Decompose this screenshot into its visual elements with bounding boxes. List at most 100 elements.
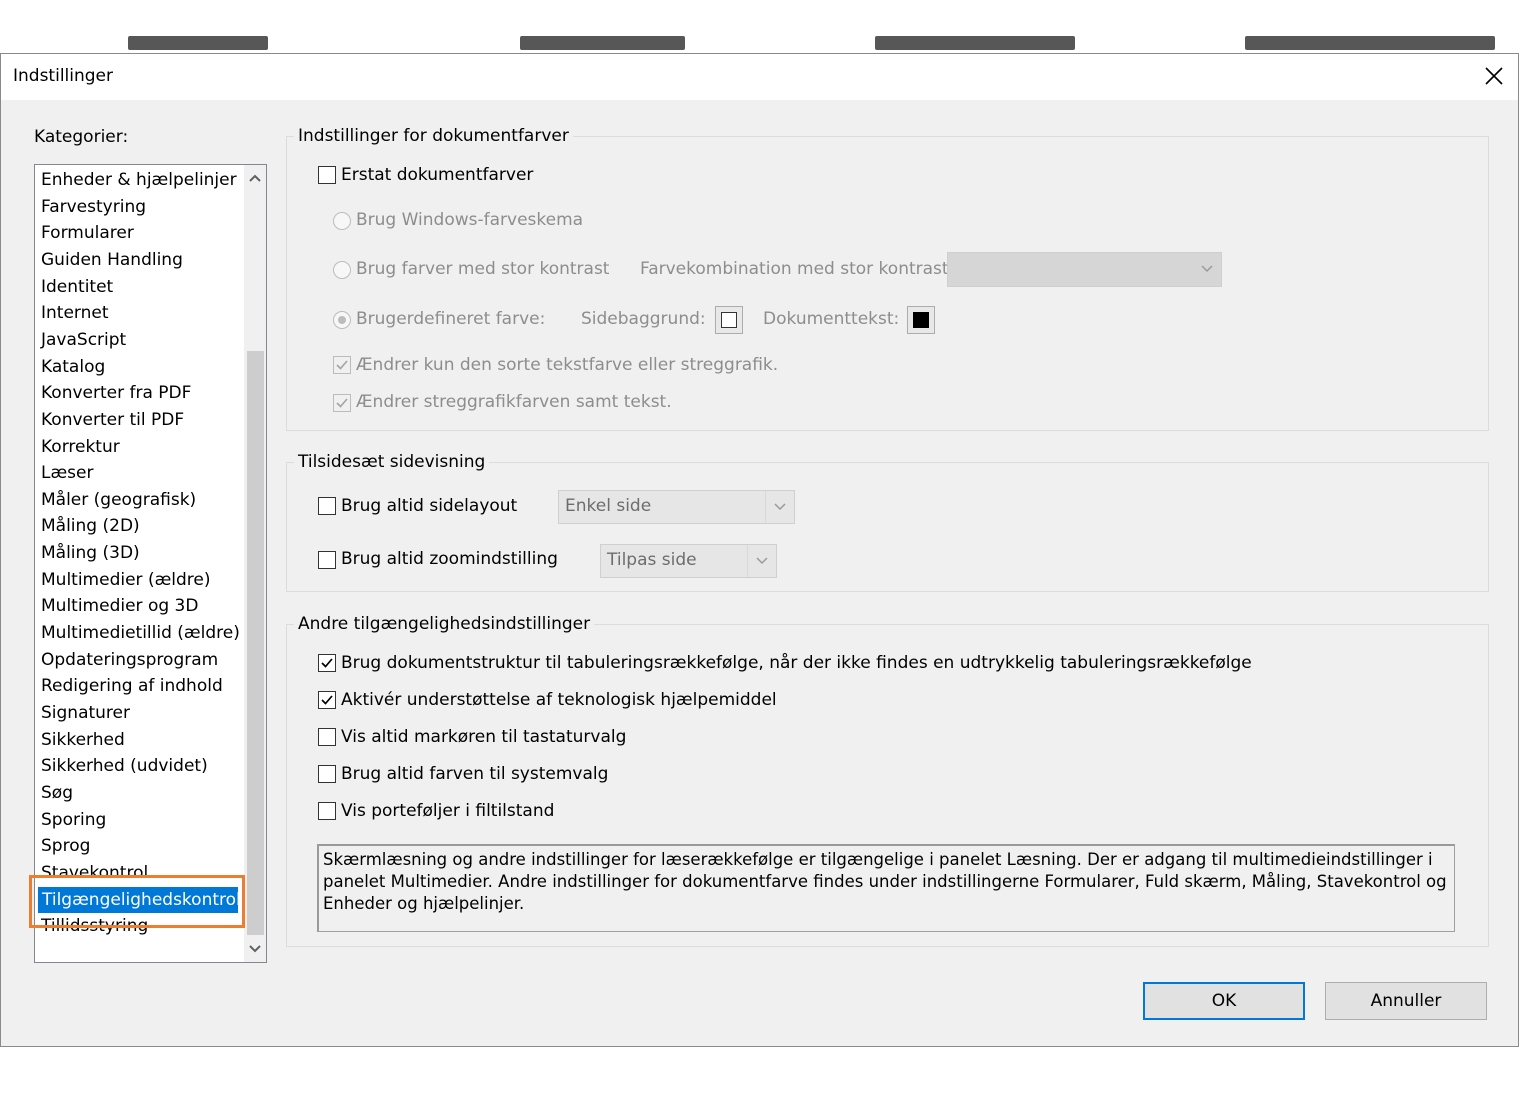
scroll-down-button[interactable] [244,936,266,962]
background-toolbar-item [875,36,1075,50]
line-art-label: Ændrer streggrafikfarven samt tekst. [356,392,672,412]
scrollbar-thumb[interactable] [247,351,264,935]
category-item[interactable]: Multimedier (ældre) [41,567,211,593]
category-item[interactable]: Formularer [41,220,134,246]
high-contrast-combo-label: Farvekombination med stor kontrast: [640,259,955,279]
checkmark-icon [336,398,348,408]
preferences-dialog: Indstillinger Kategorier: Enheder & hjæl… [0,53,1519,1047]
page-layout-dropdown[interactable]: Enkel side [558,490,795,524]
document-text-color-swatch[interactable] [907,306,935,334]
dropdown-arrow [1193,253,1221,286]
other-option-label: Aktivér understøttelse af teknologisk hj… [341,690,777,710]
document-text-label: Dokumenttekst: [763,309,900,329]
category-item[interactable]: Konverter fra PDF [41,380,191,406]
windows-color-scheme-label: Brug Windows-farveskema [356,210,584,230]
checkmark-icon [336,360,348,370]
checkmark-icon [321,695,333,705]
document-text-color-fill [913,312,929,328]
other-option-label: Brug altid farven til systemvalg [341,764,609,784]
category-item[interactable]: Tilgængelighedskontrol [38,886,241,913]
other-option-label: Brug dokumentstruktur til tabuleringsræk… [341,653,1252,673]
other-accessibility-group-title: Andre tilgængelighedsindstillinger [294,614,595,634]
chevron-down-icon [774,503,786,511]
other-option-label: Vis altid markøren til tastaturvalg [341,727,627,747]
background-window-toolbar [0,0,1520,54]
categories-list[interactable]: Enheder & hjælpelinjer Farvestyring Formul… [34,164,267,963]
background-toolbar-item [1245,36,1495,50]
scroll-up-button[interactable] [244,165,266,191]
category-item[interactable]: Sprog [41,833,90,859]
category-item[interactable]: Farvestyring [41,194,146,220]
category-item[interactable]: Sikkerhed [41,727,125,753]
category-item[interactable]: Enheder & hjælpelinjer [41,167,237,193]
replace-document-colors-checkbox[interactable] [318,166,336,184]
windows-color-scheme-radio[interactable] [333,212,351,230]
high-contrast-combination-dropdown[interactable] [947,252,1222,287]
categories-label: Kategorier: [34,127,129,147]
category-item[interactable]: Identitet [41,274,113,300]
other-option-checkbox[interactable] [318,765,336,783]
category-item[interactable]: Konverter til PDF [41,407,184,433]
page-background-label: Sidebaggrund: [581,309,706,329]
category-item[interactable]: Opdateringsprogram [41,647,218,673]
category-item[interactable]: Måling (2D) [41,513,140,539]
page-background-color-swatch[interactable] [715,306,743,334]
page-display-group-title: Tilsidesæt sidevisning [294,452,490,472]
custom-color-radio[interactable] [333,311,351,329]
high-contrast-radio[interactable] [333,261,351,279]
close-button[interactable] [1476,58,1512,94]
category-item[interactable]: Søg [41,780,73,806]
category-item[interactable]: Signaturer [41,700,130,726]
always-zoom-label: Brug altid zoomindstilling [341,549,558,569]
category-item[interactable]: Redigering af indhold [41,673,223,699]
only-black-text-label: Ændrer kun den sorte tekstfarve eller st… [356,355,779,375]
category-item[interactable]: Multimedietillid (ældre) [41,620,240,646]
document-colors-group-title: Indstillinger for dokumentfarver [294,126,573,146]
category-item[interactable]: Korrektur [41,434,120,460]
cancel-button[interactable]: Annuller [1325,982,1487,1020]
chevron-down-icon [249,945,261,953]
category-item[interactable]: Tillidsstyring [41,913,148,939]
category-item[interactable]: Katalog [41,354,105,380]
always-page-layout-checkbox[interactable] [318,497,336,515]
chevron-up-icon [249,174,261,182]
zoom-dropdown[interactable]: Tilpas side [600,544,777,578]
category-item[interactable]: Måler (geografisk) [41,487,196,513]
dialog-titlebar: Indstillinger [1,54,1518,100]
category-item[interactable]: Internet [41,300,109,326]
other-option-checkbox[interactable] [318,691,336,709]
dialog-title: Indstillinger [13,66,114,86]
other-option-checkbox[interactable] [318,728,336,746]
dropdown-arrow [765,491,794,523]
categories-scrollbar[interactable] [244,165,266,962]
category-item[interactable]: Multimedier og 3D [41,593,198,619]
page-background-color-fill [721,312,737,328]
only-black-text-checkbox[interactable] [333,356,351,374]
page-display-group [286,462,1489,592]
category-item[interactable]: Stavekontrol [41,860,148,886]
category-item[interactable]: Måling (3D) [41,540,140,566]
other-option-checkbox[interactable] [318,802,336,820]
info-text-box: Skærmlæsning og andre indstillinger for … [317,844,1455,932]
replace-document-colors-label: Erstat dokumentfarver [341,165,534,185]
category-item[interactable]: Sikkerhed (udvidet) [41,753,208,779]
category-item[interactable]: Sporing [41,807,106,833]
page-layout-value: Enkel side [565,496,652,516]
zoom-value: Tilpas side [607,550,697,570]
dropdown-arrow [747,545,776,577]
checkmark-icon [321,658,333,668]
close-icon [1485,67,1503,85]
ok-button[interactable]: OK [1143,982,1305,1020]
always-zoom-checkbox[interactable] [318,551,336,569]
high-contrast-label: Brug farver med stor kontrast [356,259,610,279]
background-toolbar-item [520,36,685,50]
other-option-checkbox[interactable] [318,654,336,672]
custom-color-label: Brugerdefineret farve: [356,309,546,329]
chevron-down-icon [1201,265,1213,273]
category-item[interactable]: JavaScript [41,327,126,353]
category-item[interactable]: Læser [41,460,93,486]
category-item[interactable]: Guiden Handling [41,247,183,273]
line-art-checkbox[interactable] [333,394,351,412]
background-toolbar-item [128,36,268,50]
always-page-layout-label: Brug altid sidelayout [341,496,518,516]
